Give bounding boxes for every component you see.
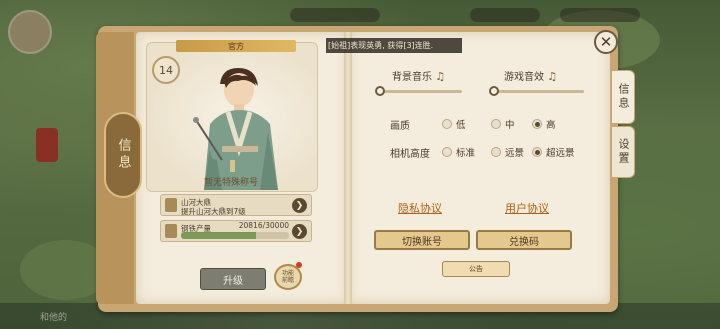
red-dot-notification: [296, 262, 302, 268]
feature-preview-label-1: 功能: [281, 270, 294, 277]
radio-mid[interactable]: [491, 119, 501, 129]
book-fold: [344, 32, 352, 304]
banner-text: [始祖]表现英勇, 获得[3]连胜.: [328, 41, 434, 50]
task-item-desc: 提升山河大鼎到7级: [181, 207, 246, 216]
switch-account-button[interactable]: 切换账号: [374, 230, 470, 250]
sfx-slider-track[interactable]: [492, 90, 584, 93]
camera-option-superfar-label: 超远景: [546, 148, 575, 159]
official-label: 官方: [228, 41, 244, 51]
music-note-icon: ♫: [435, 70, 446, 83]
tab-settings-label: 设置: [617, 138, 630, 166]
camera-height-label: 相机高度: [390, 149, 430, 160]
user-agreement-link[interactable]: 用户协议: [505, 200, 549, 216]
character-illustration: [193, 68, 278, 190]
camera-option-standard[interactable]: 标准: [442, 145, 475, 159]
notice-button[interactable]: 公告: [442, 261, 510, 277]
quality-option-low[interactable]: 低: [442, 117, 466, 131]
redeem-code-button[interactable]: 兑换码: [476, 230, 572, 250]
tab-info-left-label: 信息: [115, 138, 131, 172]
player-title-text: 暂无特殊称号: [203, 178, 258, 188]
steel-progress-text: 20816/30000: [238, 221, 289, 230]
camera-option-standard-label: 标准: [456, 148, 476, 159]
privacy-policy-link[interactable]: 隐私协议: [398, 200, 442, 216]
tab-info-left[interactable]: 信息: [104, 112, 142, 198]
bg-music-slider-track[interactable]: [378, 90, 462, 93]
sfx-label: 游戏音效 ♫: [504, 70, 558, 83]
quality-option-mid-label: 中: [505, 120, 515, 131]
feature-preview-label-2: 前瞻: [281, 277, 294, 284]
tab-info[interactable]: 信息: [611, 70, 635, 124]
close-button[interactable]: ✕: [594, 30, 618, 54]
bg-music-label: 背景音乐 ♫: [392, 70, 446, 83]
steel-progress-track: [181, 232, 289, 239]
steel-progress-fill: [181, 232, 256, 239]
go-arrow-icon[interactable]: ❯: [292, 224, 307, 239]
quality-option-low-label: 低: [456, 120, 466, 131]
go-arrow-icon[interactable]: ❯: [292, 198, 307, 213]
camera-option-superfar[interactable]: 超远景: [532, 145, 575, 159]
quality-label: 画质: [390, 121, 410, 132]
quality-option-high-label: 高: [546, 120, 556, 131]
tab-settings[interactable]: 设置: [611, 126, 635, 178]
radio-superfar[interactable]: [532, 147, 542, 157]
sfx-slider-knob[interactable]: [489, 86, 499, 96]
quality-option-mid[interactable]: 中: [491, 117, 515, 131]
camera-option-far[interactable]: 远景: [491, 145, 524, 159]
level-badge: 14: [152, 56, 180, 84]
music-note-icon: ♫: [547, 70, 558, 83]
task-item-cauldron[interactable]: 山河大鼎 提升山河大鼎到7级 ❯: [160, 194, 312, 216]
radio-low[interactable]: [442, 119, 452, 129]
radio-far[interactable]: [491, 147, 501, 157]
bg-music-slider-knob[interactable]: [375, 86, 385, 96]
victory-banner: [始祖]表现英勇, 获得[3]连胜.: [326, 38, 462, 53]
close-icon: ✕: [599, 33, 613, 51]
tab-info-label: 信息: [617, 83, 630, 111]
cauldron-icon: [165, 198, 177, 212]
radio-standard[interactable]: [442, 147, 452, 157]
radio-high[interactable]: [532, 119, 542, 129]
upgrade-button[interactable]: 升级: [200, 268, 266, 290]
quality-option-high[interactable]: 高: [532, 117, 556, 131]
camera-option-far-label: 远景: [505, 148, 525, 159]
task-item-steel[interactable]: 钢铁产量 20816/30000 ❯: [160, 220, 312, 242]
steel-icon: [165, 224, 177, 238]
official-badge: 官方: [176, 40, 296, 52]
